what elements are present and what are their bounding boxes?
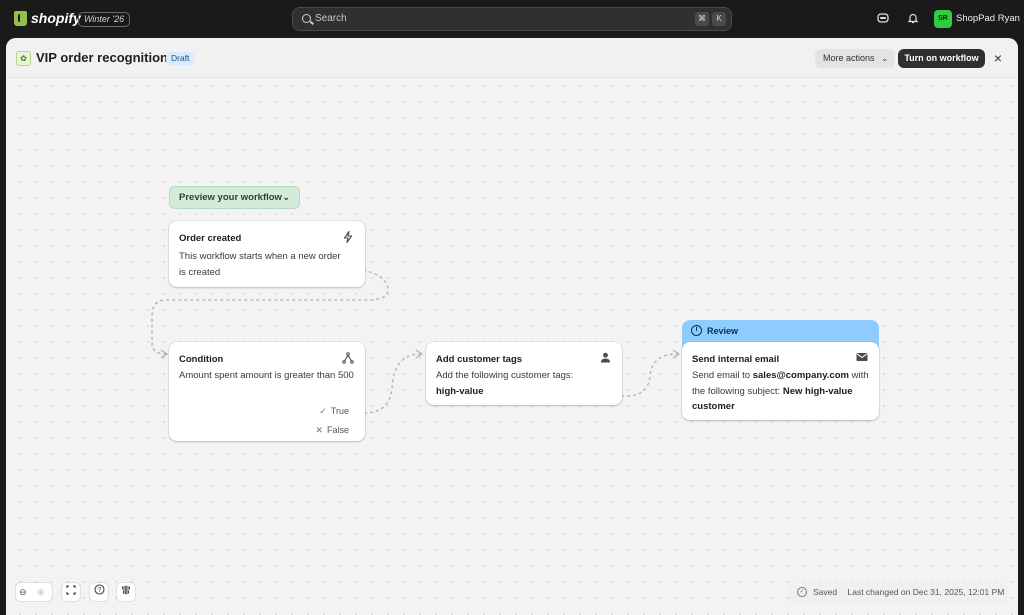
info-icon: i	[691, 325, 702, 336]
sidekick-icon[interactable]	[876, 12, 890, 26]
save-status: ✓ Saved Last changed on Dec 31, 2025, 12…	[789, 582, 1008, 603]
shortcut-k-key: K	[712, 12, 726, 26]
workflow-editor-panel: ✿ VIP order recognition Draft More actio…	[6, 38, 1018, 615]
saved-label: Saved	[813, 587, 838, 597]
tags-description: Add the following customer tags: high-va…	[436, 368, 616, 399]
tags-body-prefix: Add the following customer tags:	[436, 370, 574, 381]
x-icon: ✕	[315, 425, 323, 435]
store-avatar[interactable]: SR	[934, 10, 952, 28]
email-address: sales@company.com	[752, 370, 849, 381]
branch-true[interactable]: ✓ True	[319, 406, 349, 417]
condition-title: Condition	[179, 354, 224, 365]
search-input[interactable]: Search ⌘ K	[292, 7, 732, 31]
condition-card[interactable]: Condition Amount spent amount is greater…	[169, 342, 365, 441]
person-icon	[599, 352, 611, 364]
send-internal-email-card[interactable]: Send internal email Send email to sales@…	[682, 342, 879, 420]
email-description: Send email to sales@company.com with the…	[692, 368, 874, 415]
review-label: Review	[707, 326, 739, 336]
envelope-icon	[856, 352, 868, 364]
preview-label: Preview your workflow	[179, 192, 282, 203]
search-placeholder: Search	[315, 13, 347, 24]
top-bar: shopify Winter '26 Search ⌘ K SR ShopPad…	[0, 0, 1024, 38]
layout-icon[interactable]	[117, 583, 135, 601]
check-icon: ✓	[319, 406, 327, 416]
lightning-icon	[342, 230, 354, 244]
trigger-card[interactable]: Order created This workflow starts when …	[169, 221, 365, 287]
connector-condition-to-tags	[363, 353, 421, 414]
search-icon	[302, 14, 311, 23]
trigger-title: Order created	[179, 233, 242, 244]
branch-icon	[342, 352, 354, 364]
edition-badge[interactable]: Winter '26	[78, 12, 131, 27]
preview-workflow-button[interactable]: Preview your workflow ⌄	[169, 186, 300, 209]
fit-view-icon[interactable]	[62, 583, 80, 601]
check-circle-icon: ✓	[797, 587, 807, 597]
condition-description: Amount spent amount is greater than 500	[179, 370, 354, 381]
zoom-controls: ⊖ ⊕	[16, 583, 52, 601]
brand-name: shopify	[31, 10, 81, 26]
email-title: Send internal email	[692, 354, 780, 365]
branch-false-label: False	[326, 425, 349, 435]
store-name[interactable]: ShopPad Ryan	[956, 13, 1020, 24]
email-body-prefix: Send email to	[692, 370, 751, 381]
shopify-logo[interactable]: shopify	[14, 10, 81, 26]
branch-false[interactable]: ✕ False	[315, 425, 349, 436]
svg-text:?: ?	[97, 587, 101, 594]
bell-icon[interactable]	[906, 12, 920, 26]
tag-value: high-value	[436, 385, 484, 397]
branch-true-label: True	[330, 406, 349, 416]
zoom-out-icon[interactable]: ⊖	[19, 583, 31, 601]
add-customer-tags-card[interactable]: Add customer tags Add the following cust…	[426, 342, 622, 405]
shortcut-cmd-key: ⌘	[695, 12, 709, 26]
connector-arrow-email	[672, 349, 681, 359]
chevron-down-icon: ⌄	[282, 192, 290, 202]
tags-title: Add customer tags	[436, 354, 523, 365]
zoom-in-icon[interactable]: ⊕	[37, 583, 49, 601]
help-icon[interactable]: ?	[90, 583, 108, 601]
shopify-bag-icon	[14, 10, 27, 26]
connector-tags-to-email	[620, 353, 678, 397]
last-changed: Last changed on Dec 31, 2025, 12:01 PM	[847, 587, 1005, 597]
trigger-description: This workflow starts when a new order is…	[179, 251, 341, 278]
